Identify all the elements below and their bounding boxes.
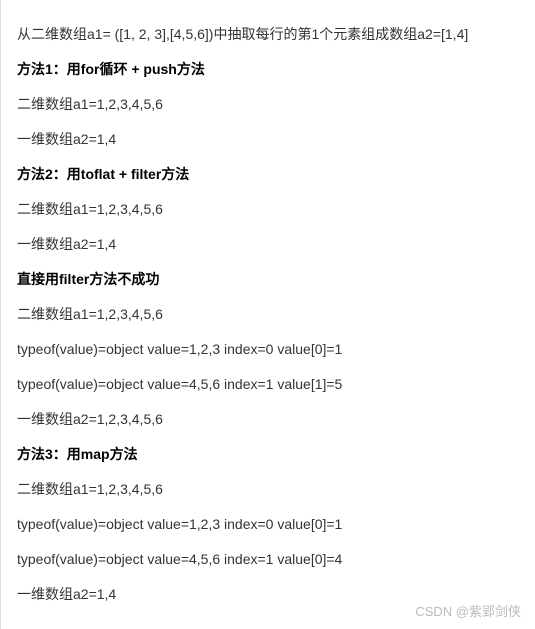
text-line: typeof(value)=object value=4,5,6 index=1…	[17, 549, 519, 570]
text-line: 二维数组a1=1,2,3,4,5,6	[17, 479, 519, 500]
text-line: 二维数组a1=1,2,3,4,5,6	[17, 199, 519, 220]
text-line: 从二维数组a1= ([1, 2, 3],[4,5,6])中抽取每行的第1个元素组…	[17, 24, 519, 45]
text-line: 二维数组a1=1,2,3,4,5,6	[17, 94, 519, 115]
watermark: CSDN @紫郢剑侠	[415, 602, 521, 622]
text-line: 一维数组a2=1,2,3,4,5,6	[17, 409, 519, 430]
heading-filter-fail: 直接用filter方法不成功	[17, 269, 519, 290]
content-area: 从二维数组a1= ([1, 2, 3],[4,5,6])中抽取每行的第1个元素组…	[17, 24, 519, 605]
text-line: 二维数组a1=1,2,3,4,5,6	[17, 304, 519, 325]
heading-method3: 方法3：用map方法	[17, 444, 519, 465]
text-line: typeof(value)=object value=1,2,3 index=0…	[17, 514, 519, 535]
text-line: 一维数组a2=1,4	[17, 234, 519, 255]
heading-method1: 方法1：用for循环 + push方法	[17, 59, 519, 80]
text-line: typeof(value)=object value=4,5,6 index=1…	[17, 374, 519, 395]
heading-method2: 方法2：用toflat + filter方法	[17, 164, 519, 185]
text-line: typeof(value)=object value=1,2,3 index=0…	[17, 339, 519, 360]
text-line: 一维数组a2=1,4	[17, 129, 519, 150]
